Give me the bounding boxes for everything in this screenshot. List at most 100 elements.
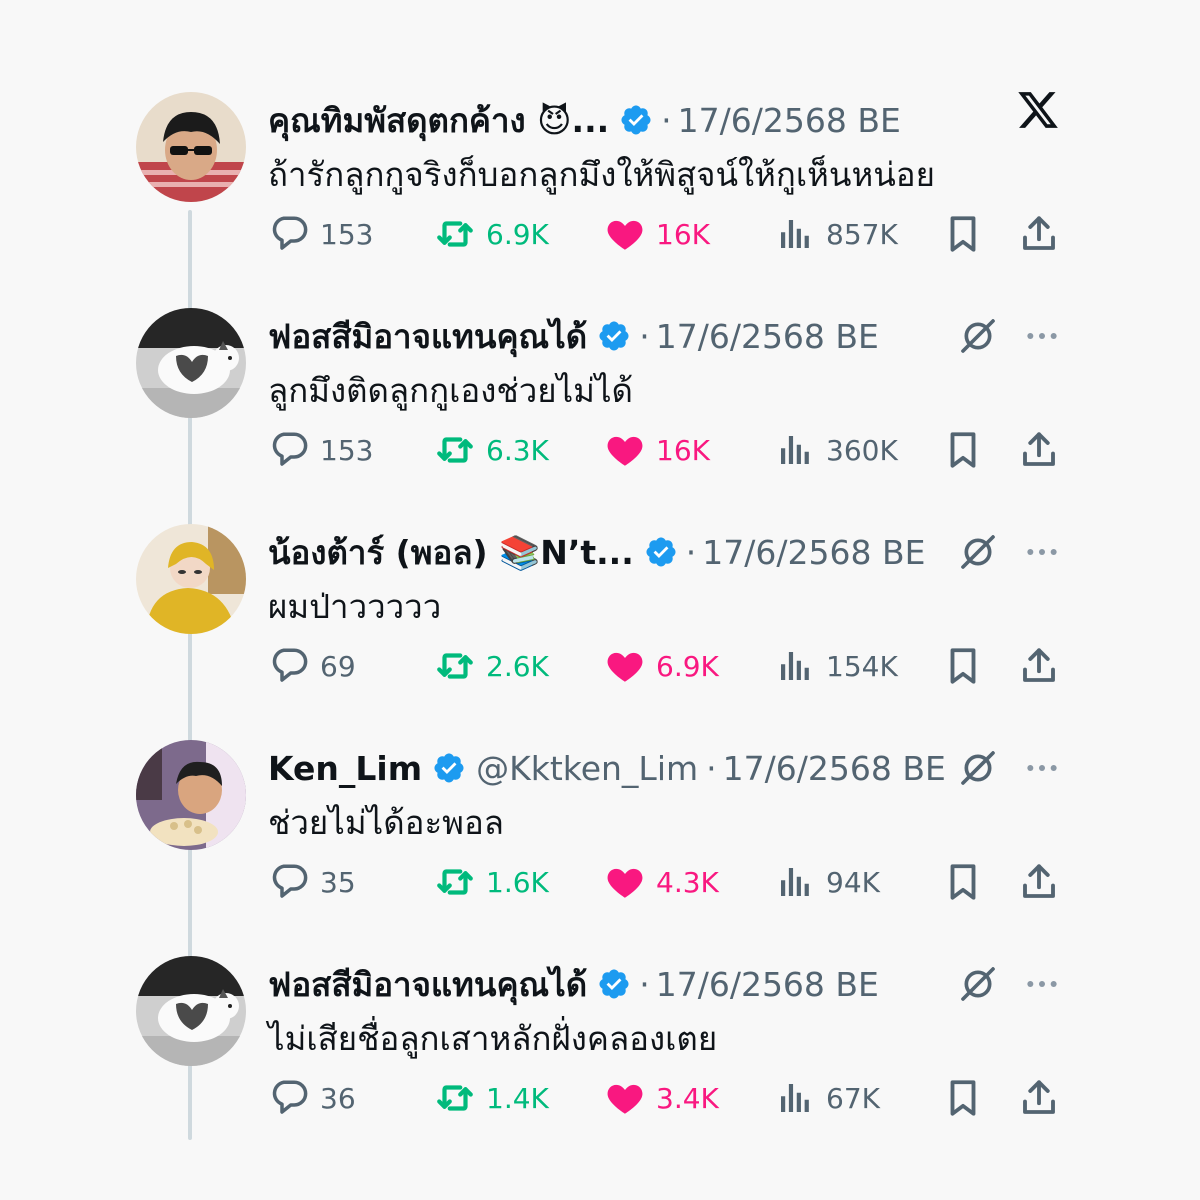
- share-button[interactable]: [1018, 426, 1070, 474]
- views-count: 857K: [826, 217, 898, 251]
- display-name[interactable]: Ken_Lim: [268, 749, 422, 788]
- verified-badge-icon: [597, 967, 631, 1001]
- verified-badge-icon: [619, 103, 653, 137]
- tweet-header: น้องต้าร์ (พอล) 📚N’t... · 17/6/2568 BE: [268, 530, 925, 574]
- views-icon: [774, 213, 826, 255]
- bookmark-button[interactable]: [942, 426, 994, 474]
- grok-icon[interactable]: [958, 532, 998, 572]
- heart-icon: [604, 861, 656, 903]
- timestamp[interactable]: 17/6/2568 BE: [678, 101, 901, 140]
- reply-button[interactable]: 153: [268, 426, 373, 474]
- grok-icon[interactable]: [958, 964, 998, 1004]
- tweet[interactable]: น้องต้าร์ (พอล) 📚N’t... · 17/6/2568 BE ผ…: [0, 524, 1200, 724]
- more-icon[interactable]: [1022, 532, 1062, 572]
- reply-count: 36: [320, 1081, 356, 1115]
- share-icon: [1018, 1077, 1070, 1119]
- share-button[interactable]: [1018, 1074, 1070, 1122]
- timestamp[interactable]: 17/6/2568 BE: [656, 317, 879, 356]
- tweet[interactable]: คุณทิมพัสดุตกค้าง 😈... · 17/6/2568 BE ถ้…: [0, 92, 1200, 292]
- reply-button[interactable]: 69: [268, 642, 356, 690]
- tweet[interactable]: Ken_Lim @Kktken_Lim · 17/6/2568 BE ช่วยไ…: [0, 740, 1200, 940]
- retweet-icon: [434, 861, 486, 903]
- reply-icon: [268, 1077, 320, 1119]
- bookmark-button[interactable]: [942, 1074, 994, 1122]
- reply-icon: [268, 861, 320, 903]
- tweet-header: ฟอสสีมิอาจแทนคุณได้ · 17/6/2568 BE: [268, 314, 879, 358]
- display-name[interactable]: ฟอสสีมิอาจแทนคุณได้: [268, 958, 587, 1011]
- separator-dot: ·: [685, 532, 697, 572]
- tweet[interactable]: ฟอสสีมิอาจแทนคุณได้ · 17/6/2568 BE ไม่เส…: [0, 956, 1200, 1156]
- views-icon: [774, 1077, 826, 1119]
- like-count: 3.4K: [656, 1081, 719, 1115]
- retweet-button[interactable]: 1.4K: [434, 1074, 549, 1122]
- display-name[interactable]: ฟอสสีมิอาจแทนคุณได้: [268, 310, 587, 363]
- more-icon[interactable]: [1022, 748, 1062, 788]
- bookmark-icon: [942, 429, 994, 471]
- retweet-count: 6.9K: [486, 217, 549, 251]
- reply-icon: [268, 645, 320, 687]
- grok-icon[interactable]: [958, 748, 998, 788]
- avatar[interactable]: [136, 956, 246, 1066]
- views-button[interactable]: 94K: [774, 858, 880, 906]
- tweet-text: ไม่เสียชื่อลูกเสาหลักฝั่งคลองเตย: [268, 1019, 718, 1058]
- retweet-icon: [434, 645, 486, 687]
- like-count: 4.3K: [656, 865, 719, 899]
- retweet-button[interactable]: 6.9K: [434, 210, 549, 258]
- views-icon: [774, 861, 826, 903]
- views-button[interactable]: 154K: [774, 642, 898, 690]
- timestamp[interactable]: 17/6/2568 BE: [656, 965, 879, 1004]
- share-button[interactable]: [1018, 858, 1070, 906]
- views-icon: [774, 429, 826, 471]
- separator-dot: ·: [639, 316, 650, 356]
- heart-icon: [604, 1077, 656, 1119]
- action-bar: 35 1.6K 4.3K 94K: [268, 858, 1068, 906]
- share-icon: [1018, 213, 1070, 255]
- bookmark-icon: [942, 861, 994, 903]
- more-icon[interactable]: [1022, 316, 1062, 356]
- share-button[interactable]: [1018, 210, 1070, 258]
- user-handle[interactable]: @Kktken_Lim: [476, 749, 698, 788]
- timestamp[interactable]: 17/6/2568 BE: [702, 533, 925, 572]
- retweet-count: 6.3K: [486, 433, 549, 467]
- views-count: 67K: [826, 1081, 880, 1115]
- views-button[interactable]: 857K: [774, 210, 898, 258]
- avatar[interactable]: [136, 740, 246, 850]
- separator-dot: ·: [706, 748, 717, 788]
- reply-count: 35: [320, 865, 356, 899]
- like-button[interactable]: 16K: [604, 426, 710, 474]
- bookmark-button[interactable]: [942, 642, 994, 690]
- retweet-count: 1.6K: [486, 865, 549, 899]
- verified-badge-icon: [432, 751, 466, 785]
- avatar[interactable]: [136, 524, 246, 634]
- retweet-button[interactable]: 6.3K: [434, 426, 549, 474]
- like-button[interactable]: 4.3K: [604, 858, 719, 906]
- tweet-header: Ken_Lim @Kktken_Lim · 17/6/2568 BE: [268, 746, 946, 790]
- share-icon: [1018, 861, 1070, 903]
- bookmark-button[interactable]: [942, 210, 994, 258]
- like-button[interactable]: 6.9K: [604, 642, 719, 690]
- retweet-icon: [434, 213, 486, 255]
- display-name[interactable]: น้องต้าร์ (พอล) 📚N’t...: [268, 526, 634, 579]
- bookmark-icon: [942, 1077, 994, 1119]
- display-name[interactable]: คุณทิมพัสดุตกค้าง 😈...: [268, 94, 609, 147]
- more-icon[interactable]: [1022, 964, 1062, 1004]
- avatar[interactable]: [136, 308, 246, 418]
- reply-button[interactable]: 35: [268, 858, 356, 906]
- like-button[interactable]: 3.4K: [604, 1074, 719, 1122]
- reply-button[interactable]: 153: [268, 210, 373, 258]
- reply-count: 153: [320, 217, 374, 251]
- bookmark-button[interactable]: [942, 858, 994, 906]
- share-button[interactable]: [1018, 642, 1070, 690]
- views-button[interactable]: 360K: [774, 426, 898, 474]
- grok-icon[interactable]: [958, 316, 998, 356]
- reply-button[interactable]: 36: [268, 1074, 356, 1122]
- like-button[interactable]: 16K: [604, 210, 710, 258]
- like-count: 16K: [656, 217, 710, 251]
- avatar[interactable]: [136, 92, 246, 202]
- heart-icon: [604, 429, 656, 471]
- tweet[interactable]: ฟอสสีมิอาจแทนคุณได้ · 17/6/2568 BE ลูกมึ…: [0, 308, 1200, 508]
- retweet-button[interactable]: 2.6K: [434, 642, 549, 690]
- views-button[interactable]: 67K: [774, 1074, 880, 1122]
- timestamp[interactable]: 17/6/2568 BE: [723, 749, 946, 788]
- retweet-button[interactable]: 1.6K: [434, 858, 549, 906]
